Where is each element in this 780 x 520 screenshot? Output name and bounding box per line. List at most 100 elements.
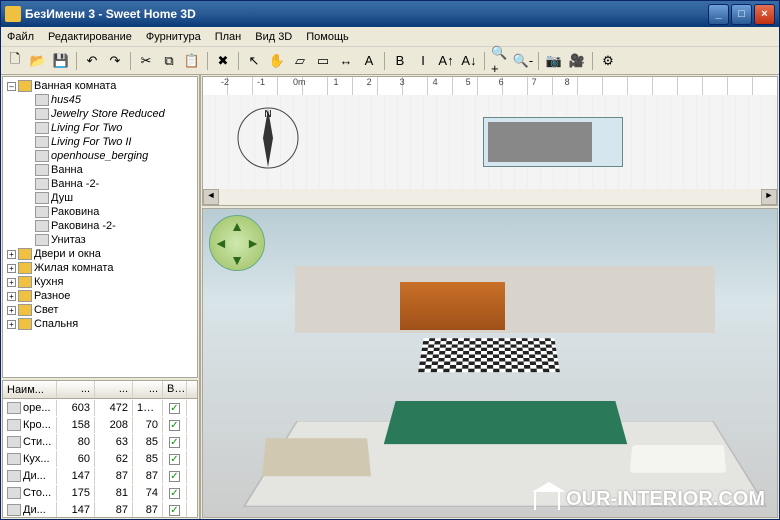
menu-plan[interactable]: План: [215, 31, 242, 43]
open-button[interactable]: 📂: [28, 51, 48, 71]
decrease-font-button[interactable]: A↓: [459, 51, 479, 71]
close-button[interactable]: ×: [754, 4, 775, 25]
nav-right-icon[interactable]: ►: [246, 235, 260, 251]
paste-button[interactable]: 📋: [182, 51, 202, 71]
tree-item[interactable]: Jewelry Store Reduced: [5, 107, 195, 121]
menu-file[interactable]: Файл: [7, 31, 34, 43]
menu-edit[interactable]: Редактирование: [48, 31, 132, 43]
table-body[interactable]: оре...60347210...✓Кро...15820870✓Сти...8…: [3, 399, 197, 517]
tree-label: Ванна: [51, 164, 83, 176]
tree-item[interactable]: openhouse_berging: [5, 149, 195, 163]
zoom-out-button[interactable]: 🔍-: [513, 51, 533, 71]
table-row[interactable]: Ди...1478787✓: [3, 501, 197, 517]
cut-button[interactable]: ✂: [136, 51, 156, 71]
titlebar[interactable]: БезИмени 3 - Sweet Home 3D _ □ ×: [1, 1, 779, 27]
delete-button[interactable]: ✖: [213, 51, 233, 71]
tree-toggle-icon[interactable]: +: [7, 264, 16, 273]
visible-checkbox[interactable]: ✓: [169, 437, 180, 448]
visible-checkbox[interactable]: ✓: [169, 403, 180, 414]
visible-checkbox[interactable]: ✓: [169, 420, 180, 431]
scroll-track[interactable]: [219, 189, 761, 205]
photo-button[interactable]: 📷: [544, 51, 564, 71]
wall-button[interactable]: ▱: [290, 51, 310, 71]
minimize-button[interactable]: _: [708, 4, 729, 25]
tree-toggle-icon[interactable]: +: [7, 250, 16, 259]
tree-item[interactable]: +Двери и окна: [5, 247, 195, 261]
furniture-icon: [7, 453, 21, 465]
table-row[interactable]: Ди...1478787✓: [3, 467, 197, 484]
menu-furniture[interactable]: Фурнитура: [146, 31, 201, 43]
dimension-button[interactable]: ↔: [336, 51, 356, 71]
pan-button[interactable]: ✋: [267, 51, 287, 71]
table-row[interactable]: Сти...806385✓: [3, 433, 197, 450]
tree-label: openhouse_berging: [51, 150, 148, 162]
italic-button[interactable]: I: [413, 51, 433, 71]
scroll-right-icon[interactable]: ►: [761, 189, 777, 205]
table-header[interactable]: Наим... ... ... ... В...: [3, 381, 197, 399]
tree-label: Ванная комната: [34, 80, 116, 92]
visible-checkbox[interactable]: ✓: [169, 488, 180, 499]
prefs-button[interactable]: ⚙: [598, 51, 618, 71]
menu-3dview[interactable]: Вид 3D: [255, 31, 292, 43]
tree-toggle-icon[interactable]: +: [7, 306, 16, 315]
video-button[interactable]: 🎥: [567, 51, 587, 71]
tree-item[interactable]: Living For Two II: [5, 135, 195, 149]
view-3d[interactable]: ▲ ▼ ► ◄ OUR-INTERIOR.COM: [202, 208, 778, 518]
col-w[interactable]: ...: [57, 381, 95, 398]
tree-item[interactable]: Раковина: [5, 205, 195, 219]
tree-item[interactable]: Раковина -2-: [5, 219, 195, 233]
catalog-tree[interactable]: – Ванная комнатаhus45Jewelry Store Reduce…: [2, 76, 198, 378]
tree-item[interactable]: +Свет: [5, 303, 195, 317]
tree-item[interactable]: Унитаз: [5, 233, 195, 247]
zoom-in-button[interactable]: 🔍+: [490, 51, 510, 71]
visible-checkbox[interactable]: ✓: [169, 505, 180, 516]
tree-item[interactable]: Ванна: [5, 163, 195, 177]
tree-item[interactable]: +Спальня: [5, 317, 195, 331]
nav-left-icon[interactable]: ◄: [214, 235, 228, 251]
cell-h: 85: [133, 451, 163, 467]
tree-toggle-icon[interactable]: +: [7, 278, 16, 287]
col-h[interactable]: ...: [133, 381, 163, 398]
tree-toggle-icon[interactable]: +: [7, 320, 16, 329]
visible-checkbox[interactable]: ✓: [169, 471, 180, 482]
plan-view[interactable]: -2-10m12345678 N ◄ ►: [202, 76, 778, 206]
undo-button[interactable]: ↶: [82, 51, 102, 71]
plan-floorplan-preview[interactable]: [483, 117, 623, 167]
table-row[interactable]: Кро...15820870✓: [3, 416, 197, 433]
col-d[interactable]: ...: [95, 381, 133, 398]
ruler-mark: 5: [466, 77, 471, 87]
nav-down-icon[interactable]: ▼: [230, 252, 244, 268]
tree-item[interactable]: hus45: [5, 93, 195, 107]
text-button[interactable]: A: [359, 51, 379, 71]
tree-item[interactable]: +Разное: [5, 289, 195, 303]
nav-up-icon[interactable]: ▲: [230, 218, 244, 234]
bold-button[interactable]: B: [390, 51, 410, 71]
select-button[interactable]: ↖: [244, 51, 264, 71]
tree-item[interactable]: Ванна -2-: [5, 177, 195, 191]
increase-font-button[interactable]: A↑: [436, 51, 456, 71]
table-row[interactable]: Кух...606285✓: [3, 450, 197, 467]
room-button[interactable]: ▭: [313, 51, 333, 71]
nav-pad[interactable]: ▲ ▼ ► ◄: [209, 215, 265, 271]
table-row[interactable]: оре...60347210...✓: [3, 399, 197, 416]
col-visible[interactable]: В...: [163, 381, 187, 398]
plan-canvas[interactable]: N: [203, 95, 777, 189]
tree-item[interactable]: – Ванная комната: [5, 79, 195, 93]
visible-checkbox[interactable]: ✓: [169, 454, 180, 465]
tree-item[interactable]: Душ: [5, 191, 195, 205]
tree-item[interactable]: +Жилая комната: [5, 261, 195, 275]
new-button[interactable]: 🗋: [5, 51, 25, 71]
tree-item[interactable]: +Кухня: [5, 275, 195, 289]
plan-scrollbar[interactable]: ◄ ►: [203, 189, 777, 205]
col-name[interactable]: Наим...: [3, 381, 57, 398]
tree-toggle-icon[interactable]: +: [7, 292, 16, 301]
scroll-left-icon[interactable]: ◄: [203, 189, 219, 205]
tree-item[interactable]: Living For Two: [5, 121, 195, 135]
copy-button[interactable]: ⧉: [159, 51, 179, 71]
save-button[interactable]: 💾: [51, 51, 71, 71]
maximize-button[interactable]: □: [731, 4, 752, 25]
menu-help[interactable]: Помощь: [306, 31, 349, 43]
table-row[interactable]: Сто...1758174✓: [3, 484, 197, 501]
tree-toggle-icon[interactable]: –: [7, 82, 16, 91]
redo-button[interactable]: ↷: [105, 51, 125, 71]
